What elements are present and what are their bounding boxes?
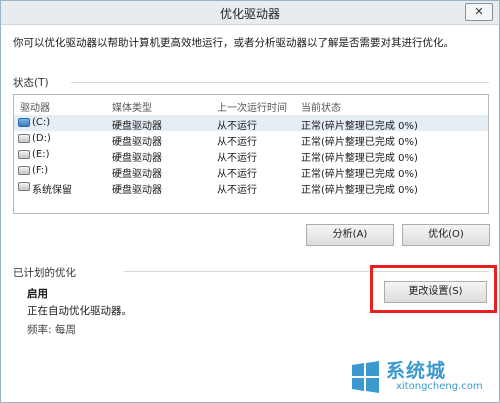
media-type: 硬盘驱动器 (112, 121, 162, 132)
drive-name: (E:) (32, 149, 50, 160)
last-run: 从不运行 (217, 153, 257, 164)
drive-icon (18, 182, 30, 191)
drive-name: (F:) (32, 165, 49, 176)
current-status: 正常(碎片整理已完成 0%) (301, 121, 418, 132)
optimize-drives-window: 优化驱动器 ✕ 你可以优化驱动器以帮助计算机更高效地运行，或者分析驱动器以了解是… (0, 0, 500, 403)
drive-icon (18, 134, 30, 143)
schedule-state: 启用 (27, 288, 48, 300)
column-header-media-type[interactable]: 媒体类型 (112, 99, 152, 114)
status-section-label: 状态(T) (13, 77, 49, 89)
optimize-button[interactable]: 优化(O) (402, 224, 490, 246)
window-title: 优化驱动器 (219, 7, 280, 21)
watermark-url: xitongcheng.com (396, 381, 483, 392)
description-text: 你可以优化驱动器以帮助计算机更高效地运行，或者分析驱动器以了解是否需要对其进行优… (13, 37, 454, 49)
drive-row-f[interactable]: (F:) 硬盘驱动器 从不运行 正常(碎片整理已完成 0%) (14, 163, 488, 180)
last-run: 从不运行 (217, 121, 257, 132)
drive-row-c[interactable]: (C:) 硬盘驱动器 从不运行 正常(碎片整理已完成 0%) (14, 115, 488, 132)
schedule-frequency: 频率: 每周 (27, 324, 76, 336)
media-type: 硬盘驱动器 (112, 137, 162, 148)
media-type: 硬盘驱动器 (112, 153, 162, 164)
current-status: 正常(碎片整理已完成 0%) (301, 185, 418, 196)
highlight-annotation (370, 265, 497, 313)
watermark-brand: 系统城 (386, 360, 447, 382)
media-type: 硬盘驱动器 (112, 169, 162, 180)
drives-list[interactable]: 驱动器 媒体类型 上一次运行时间 当前状态 (C:) 硬盘驱动器 从不运行 正常… (13, 94, 489, 214)
drive-row-e[interactable]: (E:) 硬盘驱动器 从不运行 正常(碎片整理已完成 0%) (14, 147, 488, 164)
system-drive-icon (18, 118, 30, 127)
last-run: 从不运行 (217, 137, 257, 148)
scheduled-optimization-label: 已计划的优化 (13, 267, 76, 279)
drive-icon (18, 150, 30, 159)
title-bar: 优化驱动器 ✕ (1, 1, 499, 25)
column-header-drive[interactable]: 驱动器 (20, 99, 50, 114)
current-status: 正常(碎片整理已完成 0%) (301, 169, 418, 180)
close-button[interactable]: ✕ (465, 3, 493, 21)
drive-icon (18, 166, 30, 175)
drive-name: (D:) (32, 133, 51, 144)
column-header-status[interactable]: 当前状态 (301, 99, 341, 114)
drives-list-header: 驱动器 媒体类型 上一次运行时间 当前状态 (14, 95, 488, 114)
schedule-detail: 正在自动优化驱动器。 (27, 305, 132, 317)
last-run: 从不运行 (217, 185, 257, 196)
column-header-last-run[interactable]: 上一次运行时间 (217, 99, 287, 114)
analyze-button[interactable]: 分析(A) (306, 224, 394, 246)
last-run: 从不运行 (217, 169, 257, 180)
drive-name: (C:) (32, 117, 51, 128)
watermark-logo-icon (352, 361, 379, 393)
current-status: 正常(碎片整理已完成 0%) (301, 137, 418, 148)
media-type: 硬盘驱动器 (112, 185, 162, 196)
current-status: 正常(碎片整理已完成 0%) (301, 153, 418, 164)
drive-name: 系统保留 (32, 185, 72, 196)
status-divider (71, 82, 489, 83)
drive-row-d[interactable]: (D:) 硬盘驱动器 从不运行 正常(碎片整理已完成 0%) (14, 131, 488, 148)
drive-row-system-reserved[interactable]: 系统保留 硬盘驱动器 从不运行 正常(碎片整理已完成 0%) (14, 179, 488, 196)
